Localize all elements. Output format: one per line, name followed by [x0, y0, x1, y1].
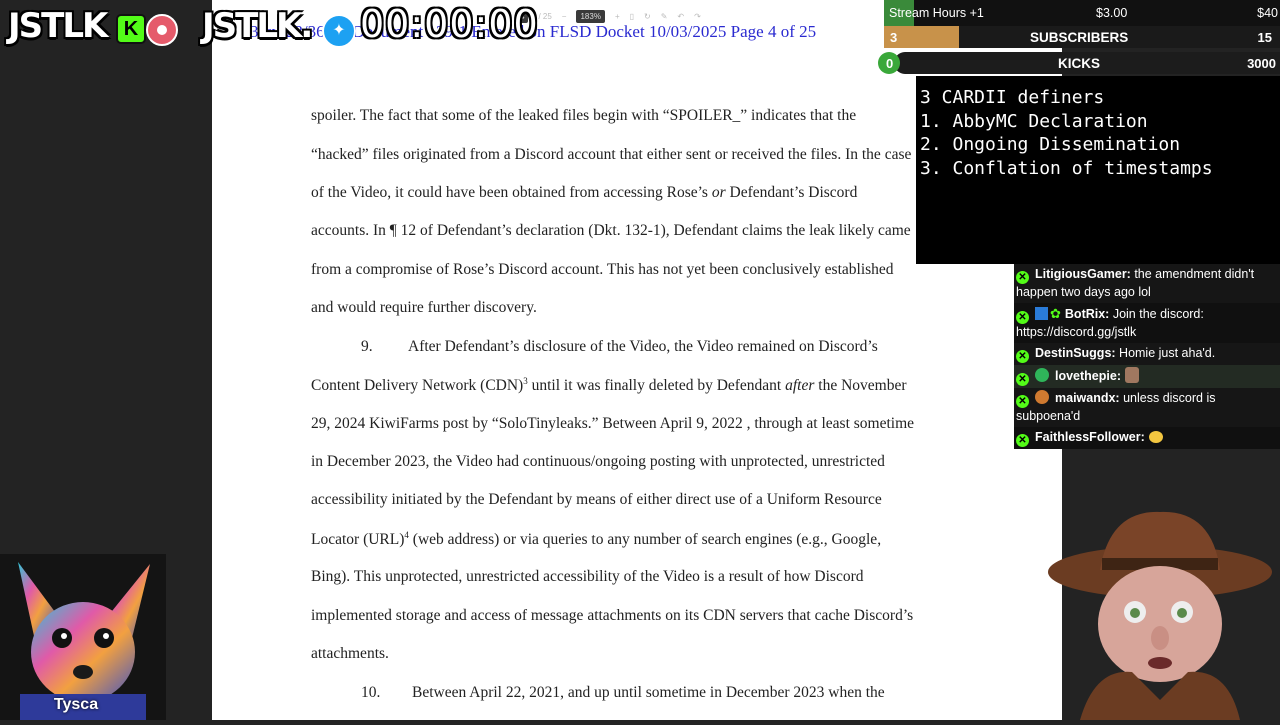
doc-line: from a compromise of Rose’s Discord acco… — [311, 261, 894, 278]
chat-message: ✕ LitigiousGamer: the amendment didn't ha… — [1014, 264, 1280, 303]
pdf-toolbar: 4 / 25 − 183% + ▯ ↻ ✎ ↶ ↷ — [516, 5, 786, 27]
chat-panel: ✕ LitigiousGamer: the amendment didn't ha… — [1014, 264, 1280, 449]
fit-page-icon[interactable]: ▯ — [630, 12, 634, 21]
stream-hours-goal: Stream Hours +1 $3.00 $40 — [884, 0, 1280, 26]
doc-line: accounts. In ¶ 12 of Defendant’s declara… — [311, 222, 911, 239]
draw-icon[interactable]: ✎ — [661, 12, 668, 21]
page-total: / 25 — [538, 11, 552, 21]
green-dot-icon — [1035, 368, 1049, 382]
doc-line: attachments. — [311, 645, 389, 662]
kick-badge-icon: ✕ — [1016, 395, 1029, 408]
emoji-icon — [1148, 431, 1163, 443]
paragraph-number: 10. — [361, 684, 381, 701]
avatar-name: Tysca — [53, 696, 99, 713]
kick-badge-icon: ✕ — [1016, 311, 1029, 324]
kicks-goal: 0 KICKS 3000 — [878, 52, 1280, 76]
doc-line: implemented storage and access of messag… — [311, 607, 914, 624]
notes-panel: 3 CARDII definers 1. AbbyMC Declaration … — [916, 76, 1280, 264]
verified-icon: ✿ — [1050, 306, 1061, 321]
chat-message: ✕ FaithlessFollower: — [1014, 427, 1280, 449]
subscribers-goal: 3 SUBSCRIBERS 15 — [884, 26, 1280, 48]
zoom-in-button[interactable]: + — [615, 12, 620, 21]
kick-badge-icon: ✕ — [1016, 434, 1029, 447]
notes-title: 3 CARDII definers — [920, 87, 1105, 108]
notes-item: 2. Ongoing Dissemination — [920, 134, 1181, 155]
stream-goals: Stream Hours +1 $3.00 $40 3 SUBSCRIBERS … — [878, 0, 1280, 76]
stream-timer: 00:00:00 — [360, 2, 539, 46]
doc-line: After Defendant’s disclosure of the Vide… — [408, 338, 878, 355]
doc-line: 29, 2024 KiwiFarms post by “SoloTinyleak… — [311, 415, 915, 432]
doc-line: accessibility initiated by the Defendant… — [311, 491, 882, 508]
notes-item: 1. AbbyMC Declaration — [920, 110, 1148, 132]
record-icon — [146, 14, 178, 46]
doc-line: in December 2023, the Video had continuo… — [311, 453, 885, 470]
chat-message: ✕ DestinSuggs: Homie just aha'd. — [1014, 343, 1280, 365]
kick-icon: K — [116, 14, 146, 44]
orange-dot-icon — [1035, 390, 1049, 404]
paragraph-number: 9. — [361, 338, 373, 355]
channel-logo: JSTLK — [8, 6, 108, 46]
doc-line: Bing). This unprotected, unrestricted ac… — [311, 568, 864, 585]
vtuber-character — [1040, 500, 1280, 720]
doc-line: Between April 22, 2021, and up until som… — [412, 684, 885, 701]
doc-line: Content Delivery Network (CDN)3 until it… — [311, 376, 907, 395]
rotate-icon[interactable]: ↻ — [644, 12, 651, 21]
doc-line: spoiler. The fact that some of the leake… — [311, 107, 857, 124]
bot-icon — [1035, 307, 1048, 320]
kick-badge-icon: ✕ — [1016, 350, 1029, 363]
doc-line: “hacked” files originated from a Discord… — [311, 146, 912, 163]
emote-icon — [1125, 367, 1139, 383]
kick-badge-icon: ✕ — [1016, 271, 1029, 284]
chat-message: ✕ ✿ BotRix: Join the discord: https://disc… — [1014, 303, 1280, 343]
zoom-out-button[interactable]: − — [562, 12, 567, 21]
doc-line: and would require further discovery. — [311, 299, 537, 316]
channel-logo: JSTLK. — [202, 6, 313, 46]
doc-line: Locator (URL)4 (web address) or via quer… — [311, 530, 882, 549]
redo-icon[interactable]: ↷ — [694, 12, 701, 21]
twitter-icon: ✦ — [322, 14, 356, 48]
zoom-level[interactable]: 183% — [576, 9, 605, 23]
detective-character-icon — [1048, 511, 1272, 720]
chat-message: ✕ lovethepie: — [1014, 365, 1280, 388]
chat-message: ✕ maiwandx: unless discord is subpoena'd — [1014, 388, 1280, 427]
undo-icon[interactable]: ↶ — [677, 12, 684, 21]
notes-item: 3. Conflation of timestamps — [920, 157, 1213, 179]
doc-line: of the Video, it could have been obtaine… — [311, 184, 858, 201]
kick-badge-icon: ✕ — [1016, 373, 1029, 386]
avatar-image: Tysca — [0, 554, 166, 720]
